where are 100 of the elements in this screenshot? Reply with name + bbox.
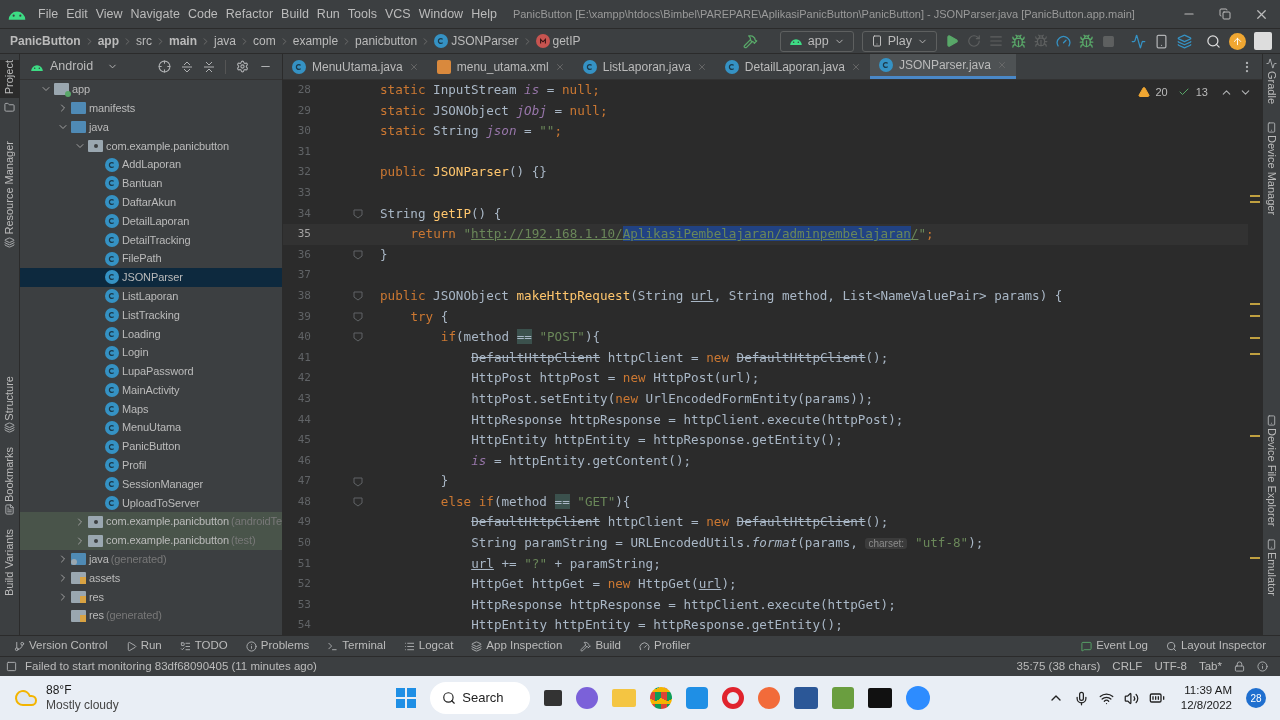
close-tab-icon[interactable] — [850, 61, 861, 72]
tool-window-button[interactable]: Version Control — [14, 637, 108, 655]
tree-item[interactable]: MainActivity — [20, 380, 282, 400]
expand-all-icon[interactable] — [181, 60, 193, 73]
breadcrumb[interactable]: app — [97, 32, 119, 50]
warning-count[interactable]: 20 — [1155, 84, 1168, 101]
editor-tab[interactable]: MenuUtama.java — [283, 54, 428, 79]
battery-icon[interactable] — [1148, 690, 1165, 706]
fold-marker-icon[interactable] — [353, 332, 363, 343]
microphone-icon[interactable] — [1073, 690, 1089, 706]
device-manager-icon[interactable] — [1154, 33, 1169, 49]
browser-icon[interactable] — [722, 687, 745, 709]
menu-item[interactable]: Navigate — [126, 4, 184, 24]
clock-date[interactable]: 12/8/2022 — [1180, 698, 1232, 713]
locate-icon[interactable] — [158, 60, 171, 73]
run-configuration-dropdown[interactable]: app — [779, 30, 854, 52]
tree-item[interactable]: FilePath — [20, 249, 282, 268]
fold-marker-icon[interactable] — [353, 476, 363, 487]
tree-item[interactable]: DaftarAkun — [20, 192, 282, 212]
tree-item[interactable]: Bantuan — [20, 174, 282, 193]
tool-window-button[interactable]: Problems — [245, 637, 310, 655]
breadcrumb[interactable]: panicbutton — [355, 32, 418, 50]
tool-window-button[interactable]: Layout Inspector — [1165, 637, 1266, 655]
fold-marker-icon[interactable] — [353, 311, 363, 322]
tree-item[interactable]: SessionManager — [20, 474, 282, 494]
tree-item[interactable]: ListLaporan — [20, 286, 282, 306]
tool-window-tab[interactable]: Resource Manager — [1, 141, 18, 235]
browser-icon[interactable] — [650, 687, 673, 709]
menu-item[interactable]: Window — [414, 4, 468, 24]
windows-start-icon[interactable] — [396, 688, 417, 708]
tree-item[interactable]: Loading — [20, 324, 282, 344]
close-tab-icon[interactable] — [996, 60, 1007, 70]
breadcrumb[interactable]: example — [292, 32, 339, 50]
wifi-icon[interactable] — [1098, 690, 1114, 706]
notification-badge[interactable]: 28 — [1246, 688, 1266, 708]
attach-debugger-icon[interactable] — [1034, 34, 1048, 48]
menu-item[interactable]: File — [34, 4, 63, 24]
tree-item[interactable]: JSONParser — [20, 267, 282, 287]
tree-item[interactable]: res — [20, 587, 282, 607]
breadcrumb[interactable]: main — [169, 32, 198, 50]
close-tab-icon[interactable] — [408, 61, 419, 72]
run-icon[interactable] — [945, 34, 959, 48]
menu-item[interactable]: View — [91, 4, 127, 24]
volume-icon[interactable] — [1123, 690, 1139, 706]
menu-item[interactable]: Build — [277, 4, 313, 24]
menu-item[interactable]: VCS — [381, 4, 415, 24]
tool-window-button[interactable]: Profiler — [639, 637, 691, 655]
tree-item[interactable]: UploadToServer — [20, 493, 282, 513]
fold-marker-icon[interactable] — [353, 291, 363, 302]
menu-item[interactable]: Run — [312, 4, 344, 24]
lock-icon[interactable] — [1234, 661, 1245, 672]
breadcrumb[interactable]: src — [136, 32, 152, 50]
breadcrumb[interactable]: PanicButton — [10, 32, 81, 50]
status-item[interactable]: Tab* — [1198, 657, 1222, 676]
restore-icon[interactable] — [1219, 8, 1231, 20]
tree-item[interactable]: DetailLaporan — [20, 211, 282, 231]
collapse-all-icon[interactable] — [203, 60, 215, 73]
status-item[interactable]: CRLF — [1112, 657, 1143, 676]
attach-debugger-icon[interactable] — [1079, 33, 1094, 49]
close-tab-icon[interactable] — [554, 61, 565, 72]
project-view-dropdown[interactable]: Android — [30, 57, 119, 76]
device-dropdown[interactable]: Play — [861, 30, 937, 52]
tree-item[interactable]: java (generated) — [20, 549, 282, 569]
menu-item[interactable]: Edit — [62, 4, 92, 24]
tree-item[interactable]: res (generated) — [20, 606, 282, 626]
tool-window-tab[interactable]: Bookmarks — [1, 447, 18, 503]
editor-tab[interactable]: menu_utama.xml — [427, 54, 574, 79]
tool-window-button[interactable]: Event Log — [1081, 637, 1148, 655]
tool-window-button[interactable]: Terminal — [327, 637, 386, 655]
tool-window-tab[interactable]: Structure — [1, 375, 18, 421]
tool-window-tab[interactable]: Gradle — [1263, 71, 1280, 105]
folder-icon[interactable] — [612, 689, 637, 707]
breadcrumb[interactable]: JSONParser — [434, 32, 519, 50]
tree-item[interactable]: assets — [20, 568, 282, 588]
settings-icon[interactable] — [236, 60, 249, 73]
tool-window-button[interactable]: App Inspection — [471, 637, 563, 655]
tree-item[interactable]: PanicButton — [20, 437, 282, 456]
editor-tab[interactable]: JSONParser.java — [869, 54, 1016, 79]
clock-time[interactable]: 11:39 AM — [1184, 683, 1232, 698]
close-tab-icon[interactable] — [696, 61, 707, 72]
search-button[interactable]: Search — [430, 682, 531, 714]
search-icon[interactable] — [1206, 33, 1221, 49]
tree-item[interactable]: manifests — [20, 98, 282, 118]
tree-item[interactable]: MenuUtama — [20, 418, 282, 438]
terminal-icon[interactable] — [868, 688, 893, 708]
tree-item[interactable]: DetailTracking — [20, 230, 282, 250]
tool-window-button[interactable]: Build — [580, 637, 621, 655]
rerun-icon[interactable] — [967, 34, 981, 48]
status-item[interactable]: 35:75 (38 chars) — [1016, 657, 1101, 676]
tool-window-tab[interactable]: Device Manager — [1263, 135, 1280, 216]
tool-window-button[interactable]: Run — [125, 637, 162, 655]
menu-item[interactable]: Refactor — [221, 4, 278, 24]
profile-icon[interactable] — [1056, 33, 1071, 49]
fold-marker-icon[interactable] — [353, 497, 363, 508]
tree-item[interactable]: AddLaporan — [20, 155, 282, 174]
tree-item[interactable]: LupaPassword — [20, 361, 282, 381]
tool-window-button[interactable]: Logcat — [403, 637, 454, 655]
update-icon[interactable] — [1229, 32, 1246, 50]
tool-window-tab[interactable]: Device File Explorer — [1263, 428, 1280, 527]
editor-tab[interactable]: DetailLaporan.java — [715, 54, 870, 79]
